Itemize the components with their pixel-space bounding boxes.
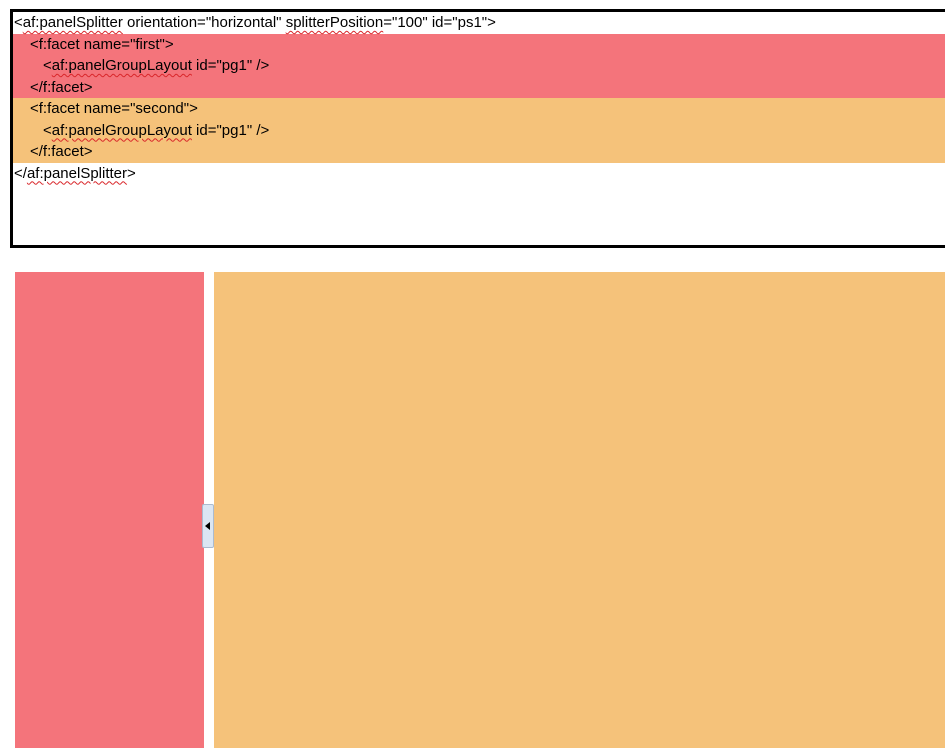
code-token: id="pg1" />: [191, 121, 270, 139]
code-token: orientation="horizontal": [122, 14, 286, 31]
code-line-panel-splitter-open: <af:panelSplitter orientation="horizonta…: [13, 12, 945, 34]
code-token: <: [43, 57, 52, 74]
code-snippet: <af:panelSplitter orientation="horizonta…: [10, 9, 945, 248]
code-token-attr: splitterPosition: [285, 14, 384, 31]
code-token: ="100" id="ps1">: [383, 14, 496, 31]
code-token: <: [43, 121, 52, 139]
code-line-panel-splitter-close: </af:panelSplitter>: [13, 163, 945, 185]
second-pane: [214, 272, 945, 748]
code-line-facet-first-close: </f:facet>: [30, 78, 93, 96]
code-line-panel-group-layout-first: <af:panelGroupLayout id="pg1" />: [13, 55, 945, 77]
code-line-facet-second-open: <f:facet name="second">: [30, 100, 198, 117]
code-line-facet-first-open: <f:facet name="first">: [30, 35, 174, 53]
code-token: >: [127, 164, 136, 182]
code-token-tag: af:panelSplitter: [22, 14, 123, 31]
collapse-left-arrow-icon: [205, 522, 210, 530]
second-facet-block: <f:facet name="second"> <af:panelGroupLa…: [13, 98, 945, 163]
code-line-facet-second-close: </f:facet>: [30, 143, 93, 160]
code-token-tag: af:panelGroupLayout: [51, 121, 192, 139]
code-token: id="pg1" />: [191, 57, 270, 74]
code-line-panel-group-layout-second: <af:panelGroupLayout id="pg1" />: [13, 120, 945, 142]
code-token: </: [14, 164, 27, 182]
code-token-tag: af:panelSplitter: [26, 164, 128, 182]
code-token: <: [14, 14, 23, 31]
code-token-tag: af:panelGroupLayout: [51, 57, 192, 74]
splitter-collapse-button[interactable]: [202, 504, 214, 548]
first-pane: [15, 272, 204, 748]
first-facet-block: <f:facet name="first"> <af:panelGroupLay…: [13, 33, 945, 98]
